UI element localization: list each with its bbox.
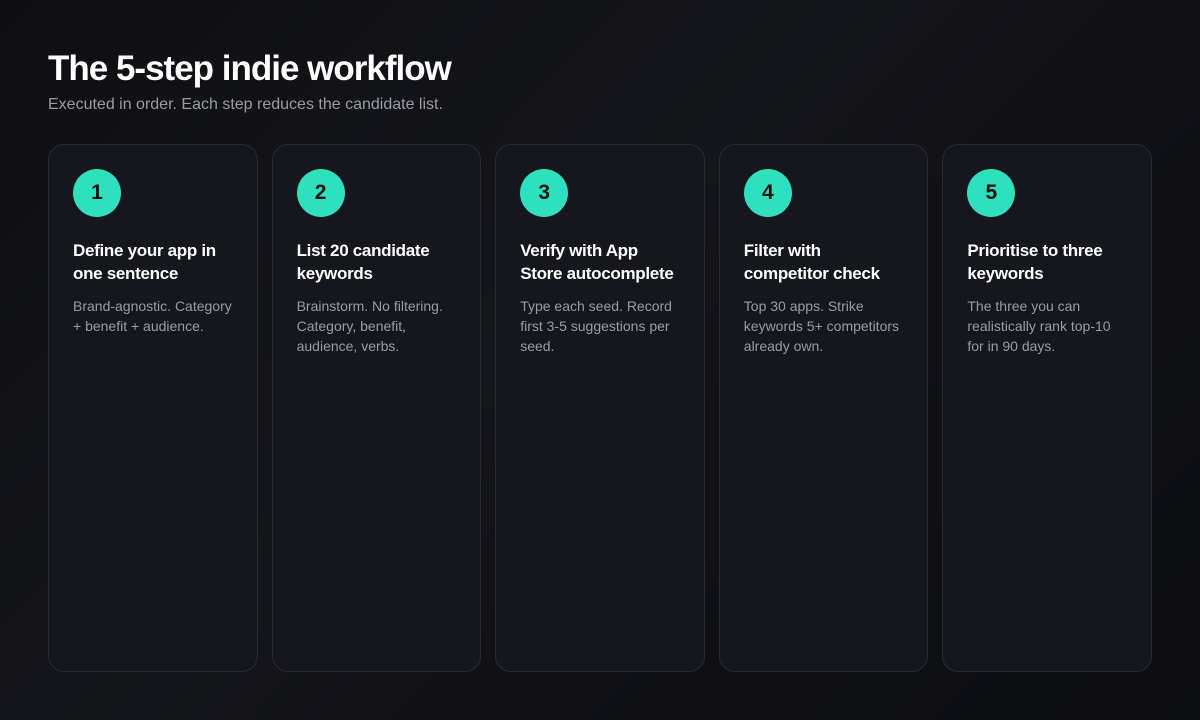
step-number-badge: 3 [520, 169, 569, 217]
step-description: The three you can realistically rank top… [967, 298, 1111, 354]
step-description: Brainstorm. No filtering. Category, bene… [296, 298, 443, 354]
step-number-badge: 5 [967, 169, 1016, 217]
step-title: Define your app in one sentence [73, 241, 216, 283]
page-subtitle: Executed in order. Each step reduces the… [48, 96, 443, 113]
step-number-badge: 2 [296, 169, 345, 217]
step-description: Brand-agnostic. Category + benefit + aud… [73, 298, 232, 334]
step-card-2: 2 List 20 candidate keywords Brainstorm.… [271, 144, 482, 672]
step-description: Top 30 apps. Strike keywords 5+ competit… [743, 298, 900, 354]
step-description: Type each seed. Record first 3-5 suggest… [520, 298, 672, 354]
step-card-4: 4 Filter with competitor check Top 30 ap… [718, 144, 929, 672]
step-title: Prioritise to three keywords [967, 241, 1103, 283]
step-title: Filter with competitor check [743, 241, 880, 283]
step-card-1: 1 Define your app in one sentence Brand-… [48, 144, 258, 672]
step-number-badge: 4 [743, 169, 792, 217]
step-card-3: 3 Verify with App Store autocomplete Typ… [495, 144, 705, 672]
step-title: Verify with App Store autocomplete [520, 241, 674, 283]
step-card-5: 5 Prioritise to three keywords The three… [942, 144, 1152, 672]
page-title: The 5-step indie workflow [48, 49, 452, 88]
step-number-badge: 1 [73, 169, 121, 217]
steps-row: 1 Define your app in one sentence Brand-… [48, 144, 1152, 672]
step-title: List 20 candidate keywords [296, 241, 430, 283]
